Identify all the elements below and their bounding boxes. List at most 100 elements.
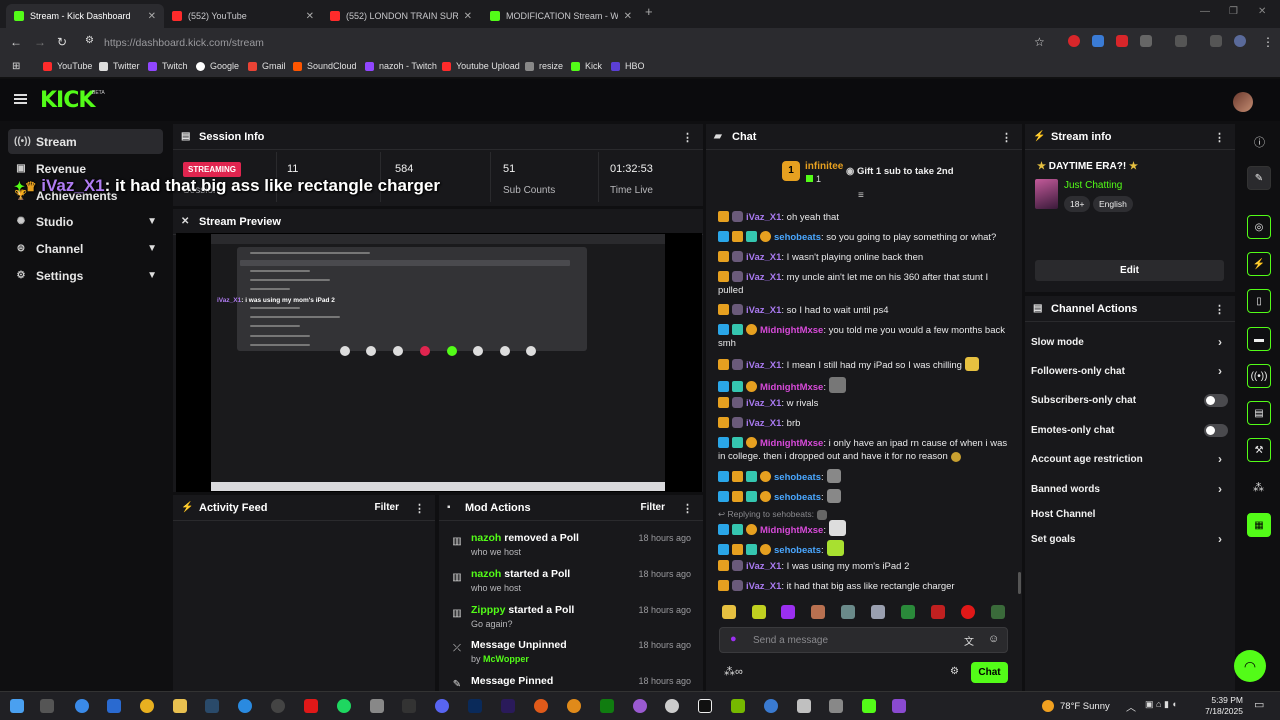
document-icon[interactable]: ▯: [1247, 289, 1271, 313]
app-icon[interactable]: [698, 699, 712, 713]
steam-icon[interactable]: [205, 699, 219, 713]
emote-icon[interactable]: [901, 605, 915, 619]
community-icon[interactable]: ⁂∞: [724, 665, 743, 678]
bookmark-youtube-upload[interactable]: Youtube Upload: [442, 61, 520, 71]
close-icon[interactable]: ✕: [624, 11, 632, 22]
more-options-icon[interactable]: ⋮: [1214, 303, 1225, 316]
info-icon[interactable]: ⓘ: [1254, 134, 1265, 150]
mod-user[interactable]: nazoh: [471, 568, 501, 580]
chat-username[interactable]: iVaz_X1: [746, 272, 781, 283]
media-icon[interactable]: [1210, 35, 1222, 47]
notification-icon[interactable]: ▭: [1254, 698, 1264, 711]
chat-username[interactable]: iVaz_X1: [746, 581, 781, 592]
new-tab-icon[interactable]: +: [645, 4, 653, 19]
microphone-icon[interactable]: ●: [730, 633, 737, 645]
sidebar-item-studio[interactable]: ✺ Studio ▼: [8, 209, 163, 234]
app-icon[interactable]: [633, 699, 647, 713]
emote-icon[interactable]: [752, 605, 766, 619]
weather-text[interactable]: 78°F Sunny: [1060, 701, 1110, 712]
emote-icon[interactable]: [991, 605, 1005, 619]
copilot-icon[interactable]: [75, 699, 89, 713]
channel-action-slow-mode[interactable]: Slow mode ›: [1025, 328, 1232, 357]
collapse-icon[interactable]: ≡: [858, 190, 864, 201]
channel-action-set-goals[interactable]: Set goals ›: [1025, 525, 1232, 554]
emote-icon[interactable]: [811, 605, 825, 619]
tag-chip[interactable]: 18+: [1064, 196, 1091, 212]
community-icon[interactable]: ⁂: [1253, 481, 1264, 494]
close-icon[interactable]: ✕: [148, 11, 156, 22]
premiere-icon[interactable]: [501, 699, 515, 713]
site-info-icon[interactable]: ⚙: [85, 35, 94, 46]
mod-user[interactable]: nazoh: [471, 532, 501, 544]
more-options-icon[interactable]: ⋮: [1001, 131, 1012, 144]
app-icon[interactable]: [797, 699, 811, 713]
url-field[interactable]: https://dashboard.kick.com/stream: [104, 37, 264, 49]
clapper-icon[interactable]: ▦: [1247, 513, 1271, 537]
xbox-icon[interactable]: [600, 699, 614, 713]
heart-emote-icon[interactable]: [781, 605, 795, 619]
bookmark-gmail[interactable]: Gmail: [248, 61, 286, 71]
chat-username[interactable]: iVaz_X1: [746, 305, 781, 316]
avatar[interactable]: [1233, 92, 1253, 112]
menu-dots-icon[interactable]: ⋮: [1262, 35, 1274, 49]
bolt-icon[interactable]: ⚡: [1247, 252, 1271, 276]
chat-username[interactable]: iVaz_X1: [746, 360, 781, 371]
edit-pencil-icon[interactable]: ✎: [1247, 166, 1271, 190]
extensions-puzzle-icon[interactable]: [1140, 35, 1152, 47]
extension-icon[interactable]: [1116, 35, 1128, 47]
nvidia-icon[interactable]: [731, 699, 745, 713]
tab-kick-dashboard[interactable]: Stream - Kick Dashboard ✕: [6, 4, 164, 28]
chat-input[interactable]: ● Send a message 文 ☺: [719, 627, 1008, 653]
close-icon[interactable]: ✕: [464, 11, 472, 22]
emote-icon[interactable]: [722, 605, 736, 619]
sidebar-item-settings[interactable]: ⚙ Settings ▼: [8, 263, 163, 288]
edit-button[interactable]: Edit: [1035, 260, 1224, 281]
profile-icon[interactable]: [1234, 35, 1246, 47]
chat-username[interactable]: iVaz_X1: [746, 398, 781, 409]
photoshop-icon[interactable]: [468, 699, 482, 713]
hamburger-menu-icon[interactable]: [14, 94, 27, 104]
app-icon[interactable]: [567, 699, 581, 713]
chat-username[interactable]: MidnightMxse: [760, 325, 823, 336]
extension-icon[interactable]: [1092, 35, 1104, 47]
system-clock[interactable]: 5:39 PM 7/18/2025: [1199, 695, 1243, 717]
chat-username[interactable]: iVaz_X1: [746, 212, 781, 223]
chat-send-button[interactable]: Chat: [971, 662, 1008, 683]
tray-icons[interactable]: ▣ ⌂ ▮ ◖: [1145, 699, 1177, 710]
target-icon[interactable]: ◎: [1247, 215, 1271, 239]
app-icon[interactable]: [107, 699, 121, 713]
chat-username[interactable]: iVaz_X1: [746, 252, 781, 263]
extension-icon[interactable]: [1068, 35, 1080, 47]
chat-username[interactable]: sehobeats: [774, 232, 821, 243]
reload-icon[interactable]: ↻: [57, 35, 67, 49]
emote-icon[interactable]: [871, 605, 885, 619]
app-icon[interactable]: [764, 699, 778, 713]
tray-chevron-icon[interactable]: ︿: [1126, 699, 1136, 714]
filter-button[interactable]: Filter: [375, 502, 399, 513]
epic-games-icon[interactable]: [402, 699, 416, 713]
bookmark-soundcloud[interactable]: SoundCloud: [293, 61, 357, 71]
close-icon[interactable]: ✕: [306, 11, 314, 22]
tab-modification-stream[interactable]: MODIFICATION Stream - Watch ✕: [482, 4, 640, 28]
more-options-icon[interactable]: ⋮: [682, 502, 693, 515]
sidebar-item-channel[interactable]: ⊜ Channel ▼: [8, 236, 163, 261]
bookmark-nazoh-twitch[interactable]: nazoh - Twitch: [365, 61, 437, 71]
chat-username[interactable]: MidnightMxse: [760, 438, 823, 449]
channel-action-followers-only[interactable]: Followers-only chat ›: [1025, 357, 1232, 386]
category-link[interactable]: Just Chatting: [1064, 180, 1122, 191]
bookmark-twitch[interactable]: Twitch: [148, 61, 188, 71]
back-icon[interactable]: ←: [10, 35, 22, 49]
chat-username[interactable]: sehobeats: [774, 472, 821, 483]
pinned-gift-banner[interactable]: 1 infinitee 1 ◉ Gift 1 sub to take 2nd ≡: [706, 152, 1022, 201]
emotes-only-toggle[interactable]: [1204, 424, 1228, 437]
restore-icon[interactable]: ❐: [1229, 6, 1238, 17]
discord-icon[interactable]: [435, 699, 449, 713]
chat-username[interactable]: sehobeats: [774, 545, 821, 556]
app-icon[interactable]: [534, 699, 548, 713]
chat-username[interactable]: iVaz_X1: [746, 418, 781, 429]
app-icon[interactable]: [370, 699, 384, 713]
app-icon[interactable]: [892, 699, 906, 713]
subscribers-only-toggle[interactable]: [1204, 394, 1228, 407]
app-icon[interactable]: [665, 699, 679, 713]
chat-bubble-icon[interactable]: ▬: [1247, 327, 1271, 351]
